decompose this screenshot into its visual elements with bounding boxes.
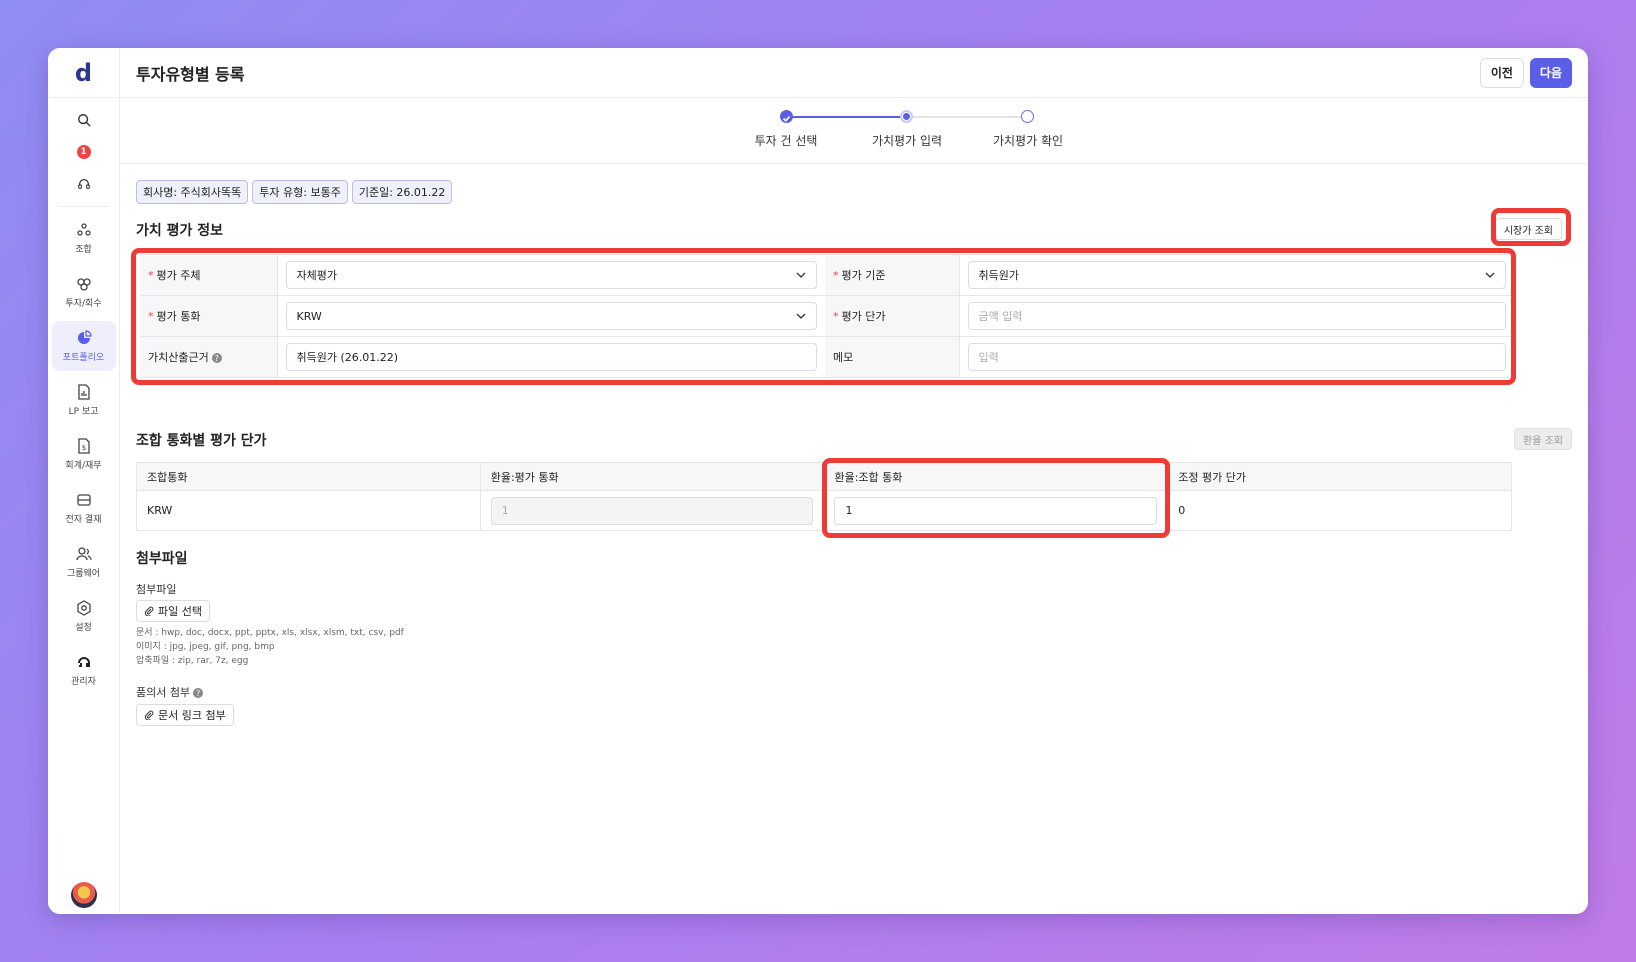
label-eval-currency: * 평가 통화 bbox=[140, 295, 278, 337]
admin-icon bbox=[77, 656, 90, 667]
paperclip-icon bbox=[144, 710, 154, 720]
info-tags: 회사명: 주식회사똑똑 투자 유형: 보통주 기준일: 26.01.22 bbox=[136, 180, 453, 204]
col-fund-currency: 조합통화 bbox=[136, 462, 481, 491]
eval-subject-select[interactable]: 자체평가 bbox=[285, 261, 817, 289]
notification-badge[interactable]: 1 bbox=[48, 136, 119, 168]
memo-input[interactable]: 입력 bbox=[967, 343, 1506, 371]
file-hints: 문서 : hwp, doc, docx, ppt, pptx, xls, xls… bbox=[136, 628, 404, 666]
approval-icon bbox=[76, 493, 91, 506]
nav-item-settings[interactable]: 설정 bbox=[52, 591, 116, 641]
avatar[interactable] bbox=[71, 882, 97, 908]
nav-label: 투자/회수 bbox=[65, 298, 102, 309]
valuation-title: 가치 평가 정보 bbox=[136, 223, 224, 239]
nav-label: LP 보고 bbox=[68, 406, 99, 417]
nav-label: 관리자 bbox=[71, 676, 96, 687]
step-label-3[interactable]: 가치평가 확인 bbox=[993, 132, 1063, 149]
union-icon bbox=[76, 222, 91, 236]
tag-company: 회사명: 주식회사똑똑 bbox=[136, 180, 249, 204]
label-eval-subject: * 평가 주체 bbox=[140, 254, 278, 296]
svg-text:$: $ bbox=[81, 444, 85, 452]
cell-adjusted-price: 0 bbox=[1167, 490, 1512, 531]
page-title: 투자유형별 등록 bbox=[136, 64, 245, 84]
label-eval-basis: * 평가 기준 bbox=[825, 254, 960, 296]
chevron-down-icon bbox=[1485, 272, 1495, 278]
form-row: 가치산출근거? 취득원가 (26.01.22) 메모 입력 bbox=[140, 336, 1514, 378]
step-label-2[interactable]: 가치평가 입력 bbox=[872, 132, 942, 149]
chevron-down-icon bbox=[796, 272, 806, 278]
col-eval-rate: 환율:평가 통화 bbox=[479, 462, 825, 491]
form-row: * 평가 통화 KRW * 평가 단가 금액 입력 bbox=[140, 295, 1514, 337]
step-complete-icon bbox=[780, 110, 793, 123]
exchange-rate-button[interactable]: 환율 조회 bbox=[1514, 428, 1572, 450]
chevron-down-icon bbox=[796, 313, 806, 319]
form-row: * 평가 주체 자체평가 * 평가 기준 취득원가 bbox=[140, 254, 1514, 296]
search-icon[interactable] bbox=[48, 104, 119, 136]
nav-label: 포트폴리오 bbox=[62, 352, 105, 363]
accounting-icon: $ bbox=[77, 437, 90, 454]
doc-link-button[interactable]: 문서 링크 첨부 bbox=[136, 704, 234, 726]
settings-icon bbox=[76, 599, 91, 616]
sidebar: d 1 조합 투자/회수 포트폴리오 LP 보고 $ 회계/재무 전자 결재 그… bbox=[48, 48, 120, 914]
table-header-row: 조합통화 환율:평가 통화 환율:조합 통화 조정 평가 단가 bbox=[136, 462, 1512, 491]
rates-table: 조합통화 환율:평가 통화 환율:조합 통화 조정 평가 단가 KRW 1 1 … bbox=[136, 462, 1512, 531]
eval-unit-price-input[interactable]: 금액 입력 bbox=[967, 302, 1506, 330]
market-price-button[interactable]: 시장가 조회 bbox=[1494, 218, 1562, 240]
approval-label: 품의서 첨부? bbox=[136, 684, 204, 700]
nav-label: 그룹웨어 bbox=[66, 568, 101, 579]
tag-invest-type: 투자 유형: 보통주 bbox=[252, 180, 348, 204]
prev-button[interactable]: 이전 bbox=[1479, 57, 1524, 88]
page-header: 투자유형별 등록 이전 다음 bbox=[120, 48, 1588, 98]
nav-item-accounting[interactable]: $ 회계/재무 bbox=[52, 429, 116, 479]
eval-currency-select[interactable]: KRW bbox=[285, 302, 817, 330]
nav-label: 설정 bbox=[75, 622, 92, 633]
portfolio-icon bbox=[77, 329, 92, 344]
table-row: KRW 1 1 0 bbox=[136, 490, 1512, 531]
headset-icon[interactable] bbox=[48, 168, 119, 200]
notification-count: 1 bbox=[76, 145, 91, 159]
eval-rate-input: 1 bbox=[490, 496, 814, 525]
rates-title: 조합 통화별 평가 단가 bbox=[136, 433, 267, 449]
groupware-icon bbox=[75, 546, 92, 560]
col-fund-rate: 환율:조합 통화 bbox=[823, 462, 1169, 491]
nav-item-union[interactable]: 조합 bbox=[52, 213, 116, 263]
logo[interactable]: d bbox=[48, 48, 119, 98]
label-eval-unit-price: * 평가 단가 bbox=[825, 295, 960, 337]
value-basis-input[interactable]: 취득원가 (26.01.22) bbox=[285, 343, 817, 371]
step-current-icon bbox=[900, 110, 913, 123]
invest-icon bbox=[76, 277, 91, 291]
nav-item-admin[interactable]: 관리자 bbox=[52, 645, 116, 695]
nav-item-lp-report[interactable]: LP 보고 bbox=[52, 375, 116, 425]
step-label-1[interactable]: 투자 건 선택 bbox=[755, 132, 818, 149]
nav-label: 회계/재무 bbox=[65, 460, 102, 471]
nav-item-invest[interactable]: 투자/회수 bbox=[52, 267, 116, 317]
paperclip-icon bbox=[144, 606, 154, 616]
report-icon bbox=[77, 383, 90, 400]
col-adjusted-price: 조정 평가 단가 bbox=[1167, 462, 1512, 491]
app-window: d 1 조합 투자/회수 포트폴리오 LP 보고 $ 회계/재무 전자 결재 그… bbox=[48, 48, 1588, 914]
next-button[interactable]: 다음 bbox=[1529, 57, 1572, 88]
label-value-basis: 가치산출근거? bbox=[140, 336, 278, 378]
main-content: 회사명: 주식회사똑똑 투자 유형: 보통주 기준일: 26.01.22 가치 … bbox=[131, 164, 1572, 914]
help-icon[interactable]: ? bbox=[193, 688, 204, 698]
cell-currency: KRW bbox=[136, 490, 481, 531]
nav-item-groupware[interactable]: 그룹웨어 bbox=[52, 537, 116, 587]
attachments-title: 첨부파일 bbox=[136, 551, 188, 567]
help-icon[interactable]: ? bbox=[211, 353, 222, 363]
valuation-form: * 평가 주체 자체평가 * 평가 기준 취득원가 * 평가 통화 KRW * 평가 단… bbox=[140, 254, 1514, 378]
nav-label: 조합 bbox=[75, 244, 92, 255]
tag-base-date: 기준일: 26.01.22 bbox=[351, 180, 453, 204]
label-memo: 메모 bbox=[825, 336, 960, 378]
file-select-button[interactable]: 파일 선택 bbox=[136, 600, 210, 622]
nav-label: 전자 결재 bbox=[65, 514, 102, 525]
fund-rate-input[interactable]: 1 bbox=[834, 496, 1158, 525]
step-pending-icon bbox=[1021, 110, 1034, 123]
nav-item-approval[interactable]: 전자 결재 bbox=[52, 483, 116, 533]
file-label: 첨부파일 bbox=[136, 583, 177, 596]
stepper: 투자 건 선택 가치평가 입력 가치평가 확인 bbox=[120, 98, 1588, 164]
nav-item-portfolio[interactable]: 포트폴리오 bbox=[51, 321, 116, 371]
eval-basis-select[interactable]: 취득원가 bbox=[967, 261, 1506, 289]
